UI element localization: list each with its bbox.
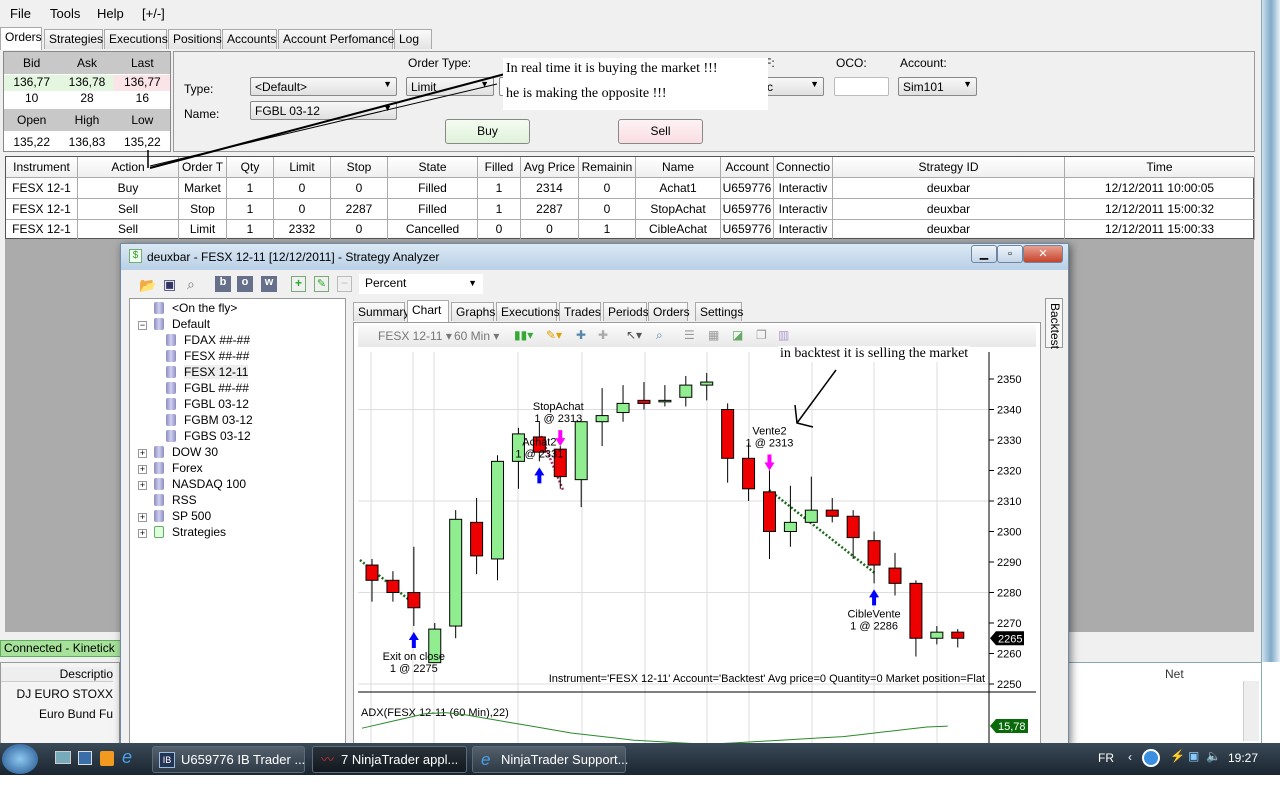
candle-body — [930, 631, 944, 639]
buy-arrow-icon — [869, 589, 880, 606]
volume-icon[interactable]: 🔈 — [1206, 749, 1221, 763]
execution-label: 1 @ 2275 — [390, 663, 438, 675]
clock[interactable]: 19:27 — [1228, 751, 1258, 765]
taskbar-ninjatrader[interactable]: 〰 7 NinjaTrader appl... — [312, 746, 467, 773]
candle-body — [762, 491, 776, 533]
switch-windows-icon[interactable] — [78, 751, 92, 765]
internet-explorer-icon: e — [481, 750, 491, 769]
y-tick-label: 2350 — [997, 374, 1021, 386]
trade-line — [768, 489, 877, 575]
ninjatrader-icon: 〰 — [321, 752, 335, 767]
execution-label: CibleVente — [847, 608, 900, 620]
indicator-value: 15,78 — [998, 721, 1026, 733]
y-tick-label: 2310 — [997, 496, 1021, 508]
taskbar-ib-trader[interactable]: IB U659776 IB Trader ... — [152, 746, 305, 773]
network-icon[interactable]: ▣ — [1188, 749, 1199, 763]
buy-arrow-icon — [408, 632, 419, 649]
y-tick-label: 2250 — [997, 679, 1021, 691]
candle-body — [616, 402, 630, 414]
candle-body — [574, 421, 588, 481]
candle-body — [909, 582, 923, 639]
annotation-note: In real time it is buying the market !!!… — [503, 58, 768, 110]
candle-body — [407, 592, 421, 609]
taskbar-label: NinjaTrader Support... — [501, 752, 629, 767]
y-tick-label: 2330 — [997, 435, 1021, 447]
execution-label: 1 @ 2286 — [850, 620, 898, 632]
show-hidden-icons[interactable]: ‹ — [1128, 750, 1132, 764]
sell-arrow-icon — [555, 430, 566, 447]
internet-explorer-icon[interactable]: e — [122, 747, 132, 768]
candle-body — [700, 381, 714, 386]
execution-label: Vente2 — [752, 426, 786, 438]
y-tick-label: 2340 — [997, 405, 1021, 417]
sell-arrow-icon — [764, 454, 775, 471]
execution-label: 1 @ 2313 — [534, 413, 582, 425]
taskbar-label: U659776 IB Trader ... — [181, 752, 306, 767]
messenger-icon[interactable] — [1142, 749, 1160, 767]
execution-label: Exit on close — [383, 651, 445, 663]
y-tick-label: 2290 — [997, 557, 1021, 569]
show-desktop-icon[interactable] — [55, 751, 71, 764]
candle-body — [679, 384, 693, 398]
last-price-label: 2265 — [998, 633, 1022, 645]
execution-label: StopAchat — [533, 401, 584, 413]
candle-body — [721, 409, 735, 459]
execution-label: Achat2 — [522, 436, 556, 448]
start-button[interactable] — [2, 744, 38, 774]
position-info: Instrument='FESX 12-11' Account='Backtes… — [549, 673, 985, 685]
taskbar: e IB U659776 IB Trader ... 〰 7 NinjaTrader… — [0, 743, 1280, 775]
candle-body — [658, 399, 672, 403]
candle-body — [825, 509, 839, 517]
candle-body — [595, 415, 609, 423]
candle-body — [846, 515, 860, 539]
candle-body — [491, 460, 505, 560]
annotation-text: In real time it is buying the market !!! — [506, 61, 718, 76]
candle-body — [783, 521, 797, 532]
media-player-icon[interactable] — [100, 751, 114, 766]
buy-arrow-icon — [534, 467, 545, 484]
candle-body — [867, 540, 881, 566]
y-tick-label: 2300 — [997, 527, 1021, 539]
candle-body — [951, 631, 965, 639]
language-indicator[interactable]: FR — [1098, 751, 1114, 765]
taskbar-label: 7 NinjaTrader appl... — [341, 752, 459, 767]
candle-body — [888, 567, 902, 584]
candle-body — [365, 564, 379, 581]
candle-body — [637, 399, 651, 404]
power-icon[interactable]: ⚡ — [1170, 749, 1185, 763]
execution-label: 1 @ 2313 — [746, 438, 794, 450]
candle-body — [449, 518, 463, 627]
annotation-text: he is making the opposite !!! — [506, 86, 667, 101]
price-chart: 2350 2340 2330 2320 2310 2300 2290 2280 2270 2260… — [358, 352, 1036, 745]
backtest-annotation: in backtest it is selling the market — [778, 346, 971, 362]
y-tick-label: 2280 — [997, 588, 1021, 600]
ib-icon: IB — [159, 752, 175, 768]
candle-body — [742, 457, 756, 490]
candle-body — [470, 521, 484, 557]
candle-body — [804, 509, 818, 523]
y-tick-label: 2320 — [997, 466, 1021, 478]
taskbar-ninjatrader-support[interactable]: e NinjaTrader Support... — [472, 746, 629, 773]
execution-label: 1 @ 2331 — [515, 448, 563, 460]
candle-body — [386, 579, 400, 593]
y-tick-label: 2260 — [997, 649, 1021, 661]
y-tick-label: 2270 — [997, 618, 1021, 630]
